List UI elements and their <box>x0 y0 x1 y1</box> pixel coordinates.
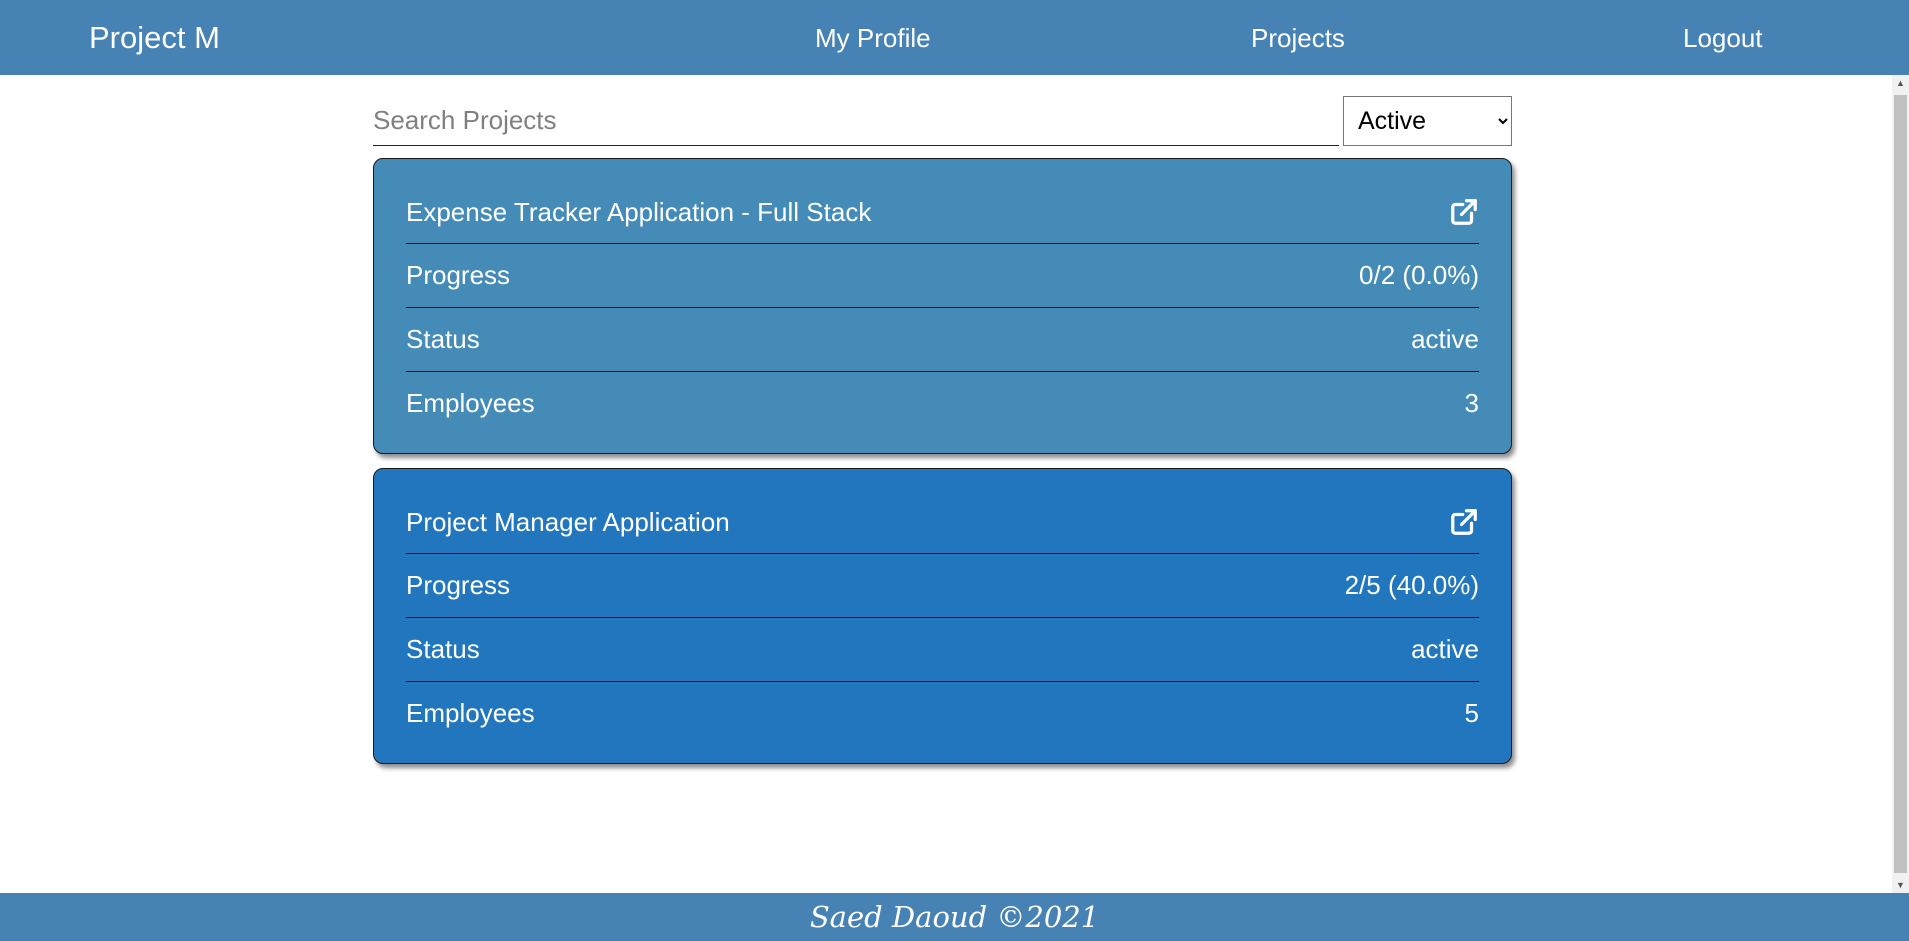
project-title: Project Manager Application <box>406 506 730 537</box>
vertical-scrollbar[interactable]: ▲ ▼ <box>1892 75 1909 893</box>
brand-logo[interactable]: Project M <box>89 20 220 56</box>
status-label: Status <box>406 324 480 354</box>
employees-label: Employees <box>406 388 535 418</box>
status-row: Status active <box>406 618 1479 682</box>
project-title-row: Project Manager Application <box>406 491 1479 554</box>
progress-value: 0/2 (0.0%) <box>1359 260 1479 290</box>
scrollbar-thumb[interactable] <box>1894 95 1907 873</box>
external-link-icon[interactable] <box>1449 197 1479 227</box>
main-content: Active Expense Tracker Application - Ful… <box>373 96 1512 764</box>
employees-row: Employees 3 <box>406 372 1479 435</box>
scroll-up-arrow-icon[interactable]: ▲ <box>1892 75 1909 91</box>
status-row: Status active <box>406 308 1479 372</box>
scroll-down-arrow-icon[interactable]: ▼ <box>1892 877 1909 893</box>
employees-row: Employees 5 <box>406 682 1479 745</box>
external-link-icon[interactable] <box>1449 507 1479 537</box>
status-label: Status <box>406 634 480 664</box>
employees-value: 5 <box>1464 698 1479 728</box>
progress-label: Progress <box>406 260 511 290</box>
footer: Saed Daoud ©2021 <box>0 893 1909 941</box>
progress-value: 2/5 (40.0%) <box>1344 570 1479 600</box>
nav-projects[interactable]: Projects <box>1251 22 1345 54</box>
nav-my-profile[interactable]: My Profile <box>815 22 931 54</box>
project-list: Expense Tracker Application - Full Stack… <box>373 158 1512 764</box>
search-input[interactable] <box>373 96 1339 146</box>
employees-label: Employees <box>406 698 535 728</box>
progress-label: Progress <box>406 570 511 600</box>
progress-row: Progress 2/5 (40.0%) <box>406 554 1479 618</box>
footer-signature: Saed Daoud ©2021 <box>809 900 1100 934</box>
project-card: Expense Tracker Application - Full Stack… <box>373 158 1512 454</box>
nav-logout[interactable]: Logout <box>1683 22 1763 54</box>
project-card: Project Manager Application Progress 2/5… <box>373 468 1512 764</box>
status-value: active <box>1411 634 1479 664</box>
status-filter-select[interactable]: Active <box>1343 96 1512 146</box>
search-row: Active <box>373 96 1512 146</box>
top-navbar: Project M My Profile Projects Logout <box>0 0 1909 75</box>
progress-row: Progress 0/2 (0.0%) <box>406 244 1479 308</box>
status-value: active <box>1411 324 1479 354</box>
project-title: Expense Tracker Application - Full Stack <box>406 196 872 227</box>
employees-value: 3 <box>1464 388 1479 418</box>
project-title-row: Expense Tracker Application - Full Stack <box>406 181 1479 244</box>
